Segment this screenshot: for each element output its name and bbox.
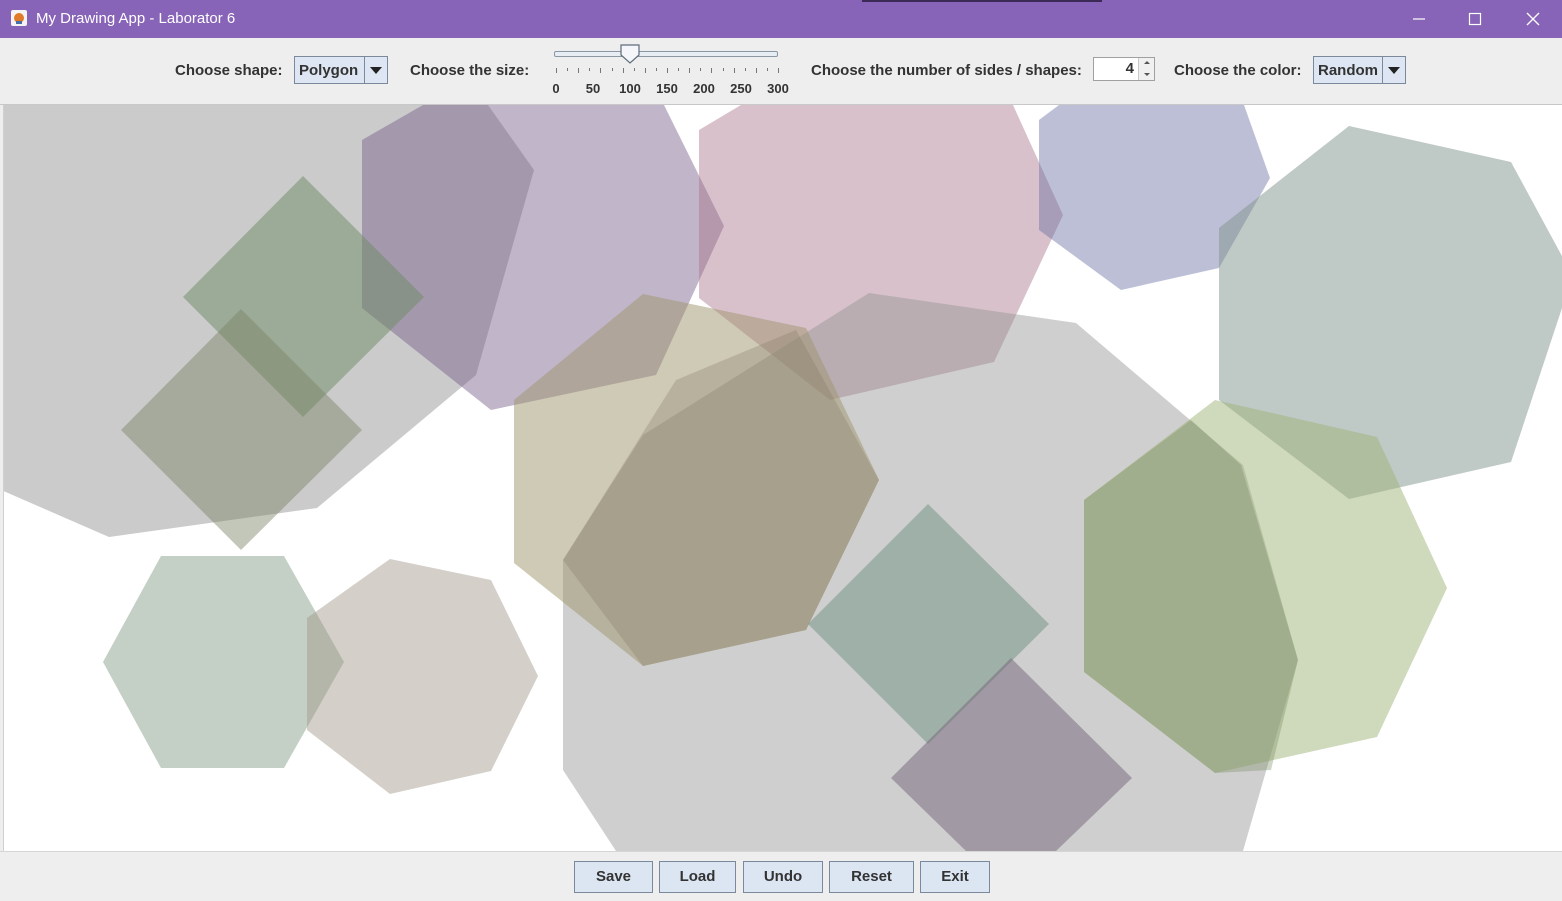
minimize-button[interactable] <box>1390 0 1448 38</box>
chevron-down-icon[interactable] <box>1382 57 1405 83</box>
sides-spinner[interactable]: 4 <box>1093 57 1155 81</box>
slider-tick <box>611 68 613 71</box>
shape-select-value: Polygon <box>299 62 359 79</box>
load-button[interactable]: Load <box>659 861 736 893</box>
maximize-icon <box>1468 12 1482 26</box>
color-select[interactable]: Random <box>1313 56 1406 84</box>
undo-button[interactable]: Undo <box>743 861 823 893</box>
slider-tick-label: 0 <box>552 81 560 96</box>
close-button[interactable] <box>1504 0 1562 38</box>
minimize-icon <box>1413 18 1425 20</box>
slider-tick <box>722 68 724 71</box>
slider-tick <box>744 68 746 71</box>
sides-spinner-value[interactable]: 4 <box>1126 61 1134 77</box>
shape-select[interactable]: Polygon <box>294 56 388 84</box>
exit-button[interactable]: Exit <box>920 861 990 893</box>
slider-tick <box>766 68 768 71</box>
window-title: My Drawing App - Laborator 6 <box>36 10 236 27</box>
close-icon <box>1526 12 1540 26</box>
color-select-value: Random <box>1318 62 1378 79</box>
drawing-canvas[interactable] <box>3 105 1562 851</box>
slider-tick <box>567 68 569 71</box>
slider-tick-label: 100 <box>619 81 641 96</box>
maximize-button[interactable] <box>1446 0 1504 38</box>
slider-thumb[interactable] <box>619 44 641 64</box>
slider-tick <box>644 68 646 73</box>
slider-tick <box>600 68 602 73</box>
slider-tick <box>733 68 735 73</box>
java-cup-icon <box>11 10 27 26</box>
size-slider[interactable]: 0 50 100 150 200 250 300 <box>552 44 790 96</box>
controls-toolbar: Choose shape: Polygon Choose the size: 0… <box>0 38 1562 105</box>
slider-tick-label: 150 <box>656 81 678 96</box>
title-bar[interactable]: My Drawing App - Laborator 6 <box>0 0 1562 38</box>
spinner-down-icon[interactable] <box>1138 69 1154 80</box>
slider-tick <box>700 68 702 71</box>
slider-tick <box>711 68 713 73</box>
chevron-down-icon[interactable] <box>364 57 387 83</box>
slider-tick <box>578 68 580 73</box>
title-accent <box>862 0 1102 2</box>
drawing-surface[interactable] <box>4 105 1562 851</box>
action-bar: Save Load Undo Reset Exit <box>0 851 1562 901</box>
slider-tick <box>678 68 680 71</box>
slider-tick-label: 50 <box>585 81 601 96</box>
size-label: Choose the size: <box>410 62 530 79</box>
slider-tick <box>689 68 691 73</box>
slider-tick-label: 200 <box>693 81 715 96</box>
slider-track[interactable] <box>554 51 778 57</box>
drawn-polygon <box>307 559 538 794</box>
slider-tick <box>589 68 591 71</box>
slider-tick <box>622 68 624 73</box>
slider-tick <box>667 68 668 73</box>
shape-label: Choose shape: <box>175 62 283 79</box>
slider-tick-label: 300 <box>767 81 789 96</box>
slider-tick <box>755 68 757 73</box>
reset-button[interactable]: Reset <box>829 861 914 893</box>
slider-tick <box>778 68 779 73</box>
slider-tick <box>633 68 635 71</box>
sides-label: Choose the number of sides / shapes: <box>811 62 1082 79</box>
save-button[interactable]: Save <box>574 861 653 893</box>
color-label: Choose the color: <box>1174 62 1302 79</box>
slider-tick <box>655 68 657 71</box>
slider-tick <box>556 68 557 73</box>
slider-tick-label: 250 <box>730 81 752 96</box>
